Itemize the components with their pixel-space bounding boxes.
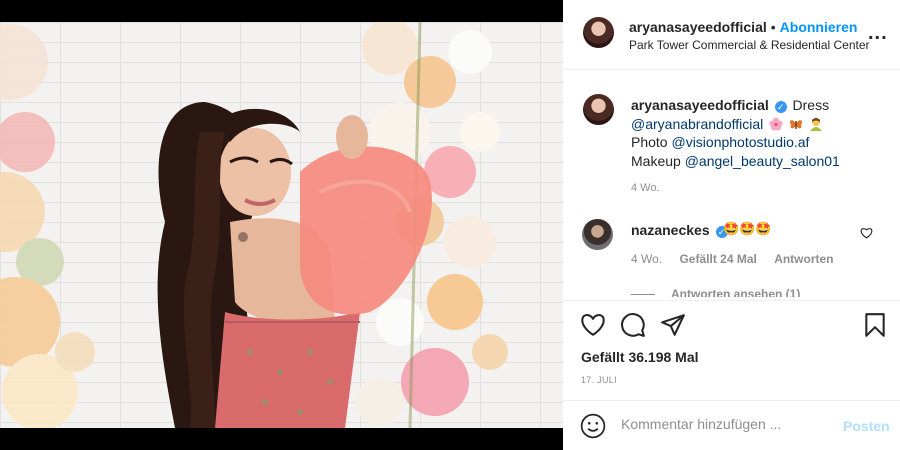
caption-photo-label: Photo bbox=[631, 134, 668, 150]
verified-icon: ✓ bbox=[774, 101, 787, 113]
reply-button[interactable]: Antworten bbox=[774, 252, 833, 266]
replies-divider bbox=[631, 294, 655, 296]
view-replies-label: Antworten ansehen (1) bbox=[671, 287, 801, 297]
follow-button[interactable]: Abonnieren bbox=[780, 19, 858, 35]
view-replies-button[interactable]: Antworten ansehen (1) bbox=[631, 287, 800, 297]
post-photo[interactable] bbox=[0, 22, 563, 428]
caption-makeup-label: Makeup bbox=[631, 152, 681, 169]
comment-input[interactable] bbox=[621, 416, 821, 432]
post-date[interactable]: 17. JULI bbox=[581, 375, 617, 385]
comment-likes[interactable]: Gefällt 24 Mal bbox=[679, 252, 756, 266]
comment-composer: Posten bbox=[563, 400, 900, 450]
commenter-username[interactable]: nazaneckes bbox=[631, 222, 710, 238]
post-button[interactable]: Posten bbox=[843, 418, 890, 434]
post-header: aryanasayeedofficial • Abonnieren Park Tow… bbox=[563, 0, 900, 70]
butterfly-icon bbox=[789, 119, 803, 129]
photo-illustration bbox=[0, 22, 508, 428]
caption-timestamp[interactable]: 4 Wo. bbox=[631, 182, 660, 194]
caption-avatar[interactable] bbox=[583, 94, 614, 125]
caption-mention-makeup[interactable]: @angel_beauty_salon01 bbox=[685, 153, 840, 169]
location-link[interactable]: Park Tower Commercial & Residential Cent… bbox=[629, 38, 870, 52]
post-side-panel: aryanasayeedofficial • Abonnieren Park Tow… bbox=[563, 0, 900, 450]
commenter-avatar[interactable] bbox=[582, 219, 613, 250]
emoji-picker-icon[interactable] bbox=[580, 413, 606, 439]
comment-meta: 4 Wo. Gefällt 24 Mal Antworten bbox=[631, 252, 848, 266]
author-username[interactable]: aryanasayeedofficial bbox=[629, 19, 767, 35]
more-options-icon[interactable]: ... bbox=[868, 22, 888, 45]
caption-mention-photographer[interactable]: @visionphotostudio.af bbox=[671, 134, 809, 150]
comment-text: 🤩🤩🤩 bbox=[723, 221, 772, 236]
comment-like-heart-icon[interactable] bbox=[860, 227, 873, 239]
cherry-blossom-icon bbox=[769, 117, 783, 130]
post-actions: Gefällt 36.198 Mal 17. JULI bbox=[563, 300, 900, 400]
heart-icon[interactable] bbox=[580, 312, 606, 338]
avatar[interactable] bbox=[583, 17, 614, 48]
likes-count[interactable]: Gefällt 36.198 Mal bbox=[581, 349, 699, 365]
caption-mention-brand[interactable]: @aryanabrandofficial bbox=[631, 116, 763, 132]
caption-text: Dress bbox=[792, 97, 830, 113]
person-gesture-icon bbox=[809, 117, 822, 131]
caption: aryanasayeedofficial ✓ Dress @aryanabran… bbox=[631, 96, 881, 170]
bookmark-icon[interactable] bbox=[862, 312, 888, 338]
separator-dot: • bbox=[770, 19, 776, 35]
share-icon[interactable] bbox=[660, 312, 686, 338]
caption-username[interactable]: aryanasayeedofficial bbox=[631, 97, 769, 113]
comment-icon[interactable] bbox=[620, 312, 646, 338]
comment-timestamp[interactable]: 4 Wo. bbox=[631, 252, 662, 266]
